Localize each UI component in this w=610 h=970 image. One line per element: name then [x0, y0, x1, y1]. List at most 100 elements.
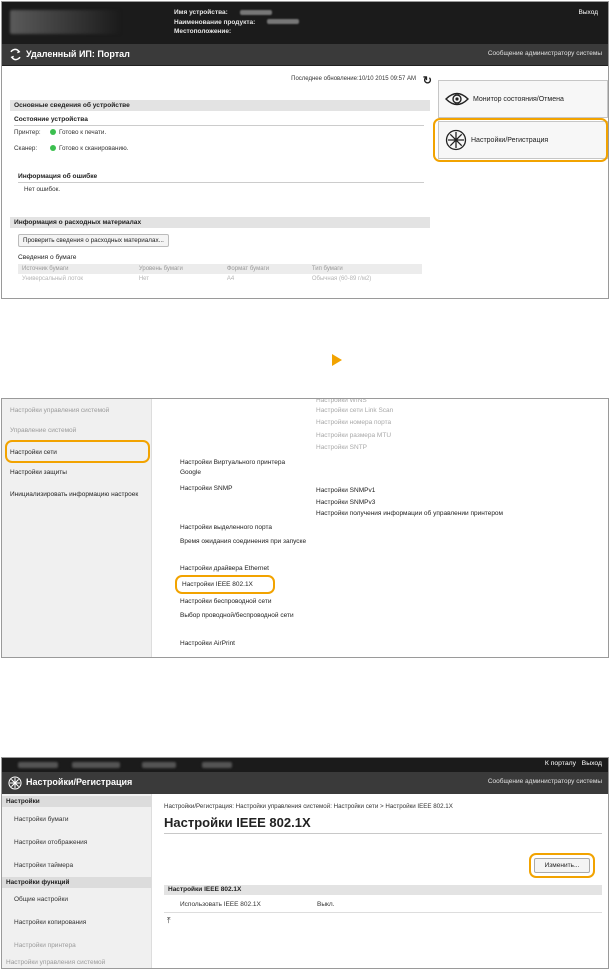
status-ok-icon [50, 145, 56, 151]
link-ethernet-driver[interactable]: Настройки драйвера Ethernet [180, 564, 269, 574]
status-monitor-button[interactable]: Монитор состояния/Отмена [438, 80, 608, 118]
portal-link[interactable]: К порталу [545, 760, 576, 767]
status-ok-icon [50, 129, 56, 135]
sidebar-item-paper[interactable]: Настройки бумаги [14, 816, 69, 823]
device-info: Имя устройства: Наименование продукта: М… [174, 8, 300, 37]
consumables-header: Информация о расходных материалах [10, 217, 430, 228]
divider [164, 833, 602, 834]
scanner-status: Готово к сканированию. [50, 145, 128, 152]
printer-status: Готово к печати. [50, 129, 106, 136]
link-port-number[interactable]: Настройки номера порта [316, 418, 391, 428]
status-monitor-label: Монитор состояния/Отмена [473, 95, 564, 103]
paper-info-header: Сведения о бумаге [18, 254, 77, 261]
product-name-label: Наименование продукта: [174, 18, 256, 26]
highlight-frame [433, 118, 608, 162]
step-arrow-icon [332, 354, 342, 366]
highlight-frame [5, 440, 150, 463]
sidebar-item-initialize[interactable]: Инициализировать информацию настроек [10, 490, 144, 500]
product-name-value [267, 19, 300, 25]
sidebar-item-copy[interactable]: Настройки копирования [14, 919, 86, 926]
column-header: Формат бумаги [222, 264, 308, 274]
system-settings-sidebar: Настройки управления системой Управление… [2, 399, 152, 657]
network-settings-screenshot: Настройки управления системой Управление… [1, 398, 609, 658]
sidebar-item-display[interactable]: Настройки отображения [14, 839, 87, 846]
link-snmp[interactable]: Настройки SNMP [180, 484, 232, 494]
blurred-info [18, 762, 58, 768]
table-cell: Универсальный лоток [22, 276, 84, 282]
sidebar-item-printer[interactable]: Настройки принтера [14, 942, 76, 949]
admin-message-link[interactable]: Сообщение администратору системы [488, 778, 602, 785]
table-row: Универсальный лоток Нет A4 Обычная (60-8… [18, 274, 422, 284]
highlight-frame [175, 575, 275, 594]
printer-status-text: Готово к печати. [59, 129, 107, 136]
brand-logo [10, 10, 120, 34]
remote-ui-icon [10, 48, 21, 61]
device-name-value [239, 9, 272, 15]
eye-icon [445, 92, 469, 106]
link-wins[interactable]: Настройки WINS [316, 399, 367, 406]
use-ieee-label: Использовать IEEE 802.1X [180, 901, 261, 908]
sidebar-item-common[interactable]: Общие настройки [14, 896, 68, 903]
link-snmpv3[interactable]: Настройки SNMPv3 [316, 498, 375, 508]
link-link-scan[interactable]: Настройки сети Link Scan [316, 406, 393, 416]
error-text: Нет ошибок. [24, 186, 61, 193]
go-to-top-icon[interactable]: ⤒ [167, 916, 171, 926]
portal-main: Последнее обновление:10/10 2015 09:57 AM… [10, 74, 432, 298]
page-title: Удаленный ИП: Портал [26, 49, 130, 59]
column-header: Тип бумаги [307, 264, 422, 274]
printer-label: Принтер: [14, 129, 41, 136]
settings-icon [8, 776, 22, 790]
table-header-row: Источник бумаги Уровень бумаги Формат бу… [18, 264, 422, 274]
basic-info-header: Основные сведения об устройстве [10, 100, 430, 111]
settings-sidebar: Настройки Настройки бумаги Настройки ото… [2, 794, 152, 968]
portal-screenshot: Имя устройства: Наименование продукта: М… [1, 1, 609, 299]
link-dedicated-port[interactable]: Настройки выделенного порта [180, 523, 272, 533]
blurred-info [142, 762, 176, 768]
sidebar-item-system-management[interactable]: Управление системой [10, 426, 144, 436]
check-consumables-button[interactable]: Проверить сведения о расходных материала… [18, 234, 169, 247]
link-sntp[interactable]: Настройки SNTP [316, 443, 367, 453]
logout-link[interactable]: Выход [582, 760, 602, 767]
link-mtu[interactable]: Настройки размера MTU [316, 431, 391, 441]
top-bar: К порталу Выход [2, 758, 608, 772]
sidebar-group-functions: Настройки функций [2, 877, 152, 888]
device-name-label: Имя устройства: [174, 9, 228, 16]
breadcrumb: Настройки/Регистрация: Настройки управле… [164, 803, 453, 810]
admin-message-link[interactable]: Сообщение администратору системы [488, 50, 602, 57]
title-bar: Настройки/Регистрация Сообщение админист… [2, 772, 608, 794]
top-links: К порталу Выход [545, 760, 602, 767]
title-bar: Удаленный ИП: Портал Сообщение администр… [2, 44, 608, 66]
link-google-cloud-print[interactable]: Настройки Виртуального принтера Google [180, 458, 290, 478]
page-title: Настройки/Регистрация [26, 777, 133, 787]
sidebar-item-security[interactable]: Настройки защиты [10, 468, 144, 478]
error-info-header: Информация об ошибке [18, 173, 98, 180]
sidebar-item-timer[interactable]: Настройки таймера [14, 862, 73, 869]
column-header: Источник бумаги [18, 264, 135, 274]
refresh-icon[interactable]: ↻ [423, 74, 432, 87]
blurred-info [72, 762, 120, 768]
scanner-label: Сканер: [14, 145, 38, 152]
location-label: Местоположение: [174, 28, 232, 35]
ieee-settings-screenshot: К порталу Выход Настройки/Регистрация Со… [1, 757, 609, 969]
sidebar-group-settings: Настройки [2, 796, 152, 807]
paper-table: Источник бумаги Уровень бумаги Формат бу… [18, 264, 422, 284]
link-startup-wait[interactable]: Время ожидания соединения при запуске [180, 537, 316, 547]
link-wired-wireless-select[interactable]: Выбор проводной/беспроводной сети [180, 611, 316, 621]
link-snmpv1[interactable]: Настройки SNMPv1 [316, 486, 375, 496]
link-airprint[interactable]: Настройки AirPrint [180, 639, 235, 649]
sidebar-header: Настройки управления системой [10, 407, 110, 414]
divider [18, 182, 424, 183]
table-cell: Нет [138, 276, 150, 282]
link-printer-management-info[interactable]: Настройки получения информации об управл… [316, 509, 503, 519]
table-cell: Обычная (60-89 г/м2) [311, 276, 372, 282]
link-wireless-lan[interactable]: Настройки беспроводной сети [180, 597, 272, 607]
table-cell: A4 [226, 276, 235, 282]
scanner-status-text: Готово к сканированию. [59, 145, 129, 152]
settings-title: Настройки IEEE 802.1X [164, 815, 311, 830]
divider [14, 125, 424, 126]
divider [164, 912, 602, 913]
logout-link[interactable]: Выход [579, 9, 598, 16]
highlight-frame [529, 853, 595, 878]
settings-section-header: Настройки IEEE 802.1X [164, 885, 602, 895]
sidebar-item-system-management[interactable]: Настройки управления системой [6, 959, 105, 966]
